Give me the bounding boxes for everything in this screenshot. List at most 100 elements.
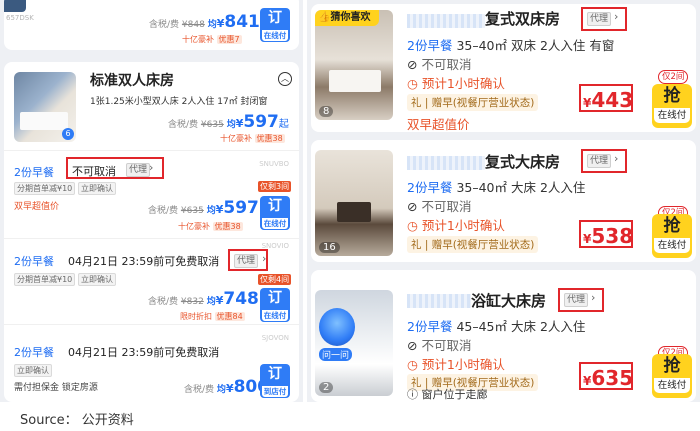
tag-instant-confirm: 立即确认 <box>14 364 52 377</box>
chevron-up-icon[interactable]: ︿ <box>278 72 292 86</box>
room-title: 标准双人床房 <box>90 73 174 89</box>
price: 597 <box>243 112 279 132</box>
plan-note: 需付担保金 锁定房源 <box>14 383 98 393</box>
book-label: 订 <box>268 366 282 382</box>
book-button[interactable]: 订 在线付 <box>260 196 290 230</box>
specs: 45–45㎡ 大床 2人入住 <box>456 319 586 334</box>
no-cancel-icon: ⊘ <box>407 57 418 72</box>
tag-installment: 分期首单减¥10 <box>14 273 76 286</box>
breakfast: 2份早餐 <box>407 38 453 53</box>
no-cancel-icon: ⊘ <box>407 338 418 353</box>
divider <box>4 150 299 151</box>
gift-perk: 礼 | 赠早(视餐厅营业状态) <box>407 236 539 253</box>
room-card[interactable]: 16 复式大床房 代理 › 2份早餐 35–40㎡ 大床 2人入住 ⊘ 不可取消… <box>311 140 696 262</box>
price-line: 含税/费 ¥848 均¥841 <box>149 12 260 32</box>
grab-label: 抢 <box>663 356 681 376</box>
room-photo[interactable]: 问一问 2 <box>315 290 393 396</box>
chevron-right-icon[interactable]: › <box>149 161 153 174</box>
pay-label: 在线付 <box>654 238 690 253</box>
confirm-text: 预计1小时确认 <box>421 357 505 372</box>
plan-code: SJOVON <box>261 334 289 342</box>
cancel-policy: ⊘ 不可取消 <box>407 54 471 73</box>
redacted-hotel-name <box>407 14 485 28</box>
cancel-policy: 04月21日 23:59前可免费取消 <box>68 255 220 268</box>
clock-icon: ◷ <box>407 76 418 91</box>
cancel-policy: ⊘ 不可取消 <box>407 196 471 215</box>
room-photo[interactable]: 👍猜你喜欢 8 <box>315 10 393 120</box>
plan-price-line: 含税/费 ¥635 均¥597 <box>148 198 259 218</box>
plan-price-line: 含税/费 均¥800 <box>184 377 269 397</box>
divider <box>4 324 299 325</box>
tax-label: 含税/费 <box>148 297 179 307</box>
grab-button[interactable]: 抢 在线付 <box>652 84 692 128</box>
pay-label: 在线付 <box>261 217 289 230</box>
right-app-screenshot: 👍猜你喜欢 8 复式双床房 代理 › 2份早餐 35–40㎡ 双床 2人入住 有… <box>307 0 700 402</box>
agent-tag: 代理 <box>126 163 151 177</box>
room-photo[interactable]: 6 <box>14 72 76 142</box>
tax-label: 含税/费 <box>184 385 215 395</box>
room-card[interactable]: 👍猜你喜欢 8 复式双床房 代理 › 2份早餐 35–40㎡ 双床 2人入住 有… <box>311 4 696 132</box>
price-suffix: 起 <box>278 119 289 130</box>
promo-b: 优惠38 <box>212 222 243 231</box>
pay-label: 在线付 <box>261 29 289 42</box>
room-card[interactable]: 问一问 2 浴缸大床房 代理 › 2份早餐 45–45㎡ 大床 2人入住 ⊘ 不… <box>311 270 696 402</box>
book-label: 订 <box>268 290 282 306</box>
room-price-line: 含税/费 ¥635 均¥597起 <box>168 112 289 132</box>
thumb-up-icon: 👍 <box>318 12 331 23</box>
left-app-screenshot: 657DSK 含税/费 ¥848 均¥841 十亿豪补 优惠7 订 在线付 6 … <box>0 0 303 402</box>
avg-prefix: 均 <box>226 120 236 130</box>
confirm-eta: ◷ 预计1小时确认 <box>407 215 505 234</box>
original-price: ¥635 <box>200 120 224 130</box>
tag-instant-confirm: 立即确认 <box>78 273 116 286</box>
chevron-right-icon[interactable]: › <box>262 252 266 265</box>
promo-a: 十亿豪补 <box>220 134 252 143</box>
pay-label: 到店付 <box>261 385 289 398</box>
pay-label: 在线付 <box>654 108 690 123</box>
plan-promo-line: 十亿豪补 优惠38 <box>178 221 243 232</box>
pay-label: 在线付 <box>654 378 690 393</box>
breakfast: 2份早餐 <box>407 180 453 195</box>
grab-button[interactable]: 抢 在线付 <box>652 214 692 258</box>
info-icon: ⓘ <box>407 388 418 401</box>
redacted-hotel-name <box>407 156 485 170</box>
plan-code: SNUVBO <box>259 160 289 168</box>
book-button[interactable]: 订 到店付 <box>260 364 290 398</box>
cancel-policy: 不可取消 <box>72 165 116 178</box>
rate-plan-row[interactable]: 2份早餐 04月21日 23:59前可免费取消 SJOVON 立即确认 需付担保… <box>4 326 299 402</box>
promo-a: 十亿豪补 <box>178 222 210 231</box>
plan-promo-line: 限时折扣 优惠84 <box>180 311 245 322</box>
agent-tag: 代理 <box>587 12 612 26</box>
original-price: ¥848 <box>181 20 205 30</box>
specs: 35–40㎡ 大床 2人入住 <box>456 180 586 195</box>
room-description: 1张1.25米小型双人床 2人入住 17㎡ 封闭窗 <box>90 97 268 107</box>
photo-count: 2 <box>319 382 334 393</box>
book-button[interactable]: 订 在线付 <box>260 288 290 322</box>
avg-prefix: 均 <box>206 297 216 307</box>
chevron-right-icon[interactable]: › <box>614 152 618 165</box>
confirm-text: 预计1小时确认 <box>421 76 505 91</box>
gift-perk: 礼 | 赠早(视餐厅营业状态) <box>407 94 539 111</box>
chevron-right-icon[interactable]: › <box>614 10 618 23</box>
highlight-box <box>579 362 633 390</box>
price: 597 <box>223 198 259 218</box>
clock-icon: ◷ <box>407 357 418 372</box>
recommend-badge: 👍猜你喜欢 <box>315 10 379 26</box>
rooms-left-badge: 仅剩4间 <box>258 274 292 285</box>
promo-b: 优惠38 <box>254 134 285 143</box>
avg-prefix: 均 <box>216 385 226 395</box>
grab-button[interactable]: 抢 在线付 <box>652 354 692 398</box>
highlight-box <box>579 220 633 248</box>
book-button[interactable]: 订 在线付 <box>260 8 290 42</box>
plan-breakfast: 2份早餐 <box>14 255 54 268</box>
chevron-right-icon[interactable]: › <box>591 291 595 304</box>
promo-b: 优惠84 <box>214 312 245 321</box>
source-caption: Source： 公开资料 <box>20 413 134 428</box>
rate-plan-row[interactable]: 2份早餐 04月21日 23:59前可免费取消 代理 › SNOVIO 分期首单… <box>4 240 299 322</box>
cancel-text: 不可取消 <box>421 199 472 214</box>
cancel-policy: ⊘ 不可取消 <box>407 335 471 354</box>
ask-button[interactable]: 问一问 <box>319 348 353 361</box>
room-photo[interactable]: 16 <box>315 150 393 256</box>
rate-plan-row[interactable]: 2份早餐 不可取消 代理 › SNUVBO 分期首单减¥10 立即确认 双早超值… <box>4 152 299 237</box>
room-promo-line: 十亿豪补 优惠38 <box>220 133 285 144</box>
room-specs: 2份早餐 45–45㎡ 大床 2人入住 <box>407 316 585 335</box>
